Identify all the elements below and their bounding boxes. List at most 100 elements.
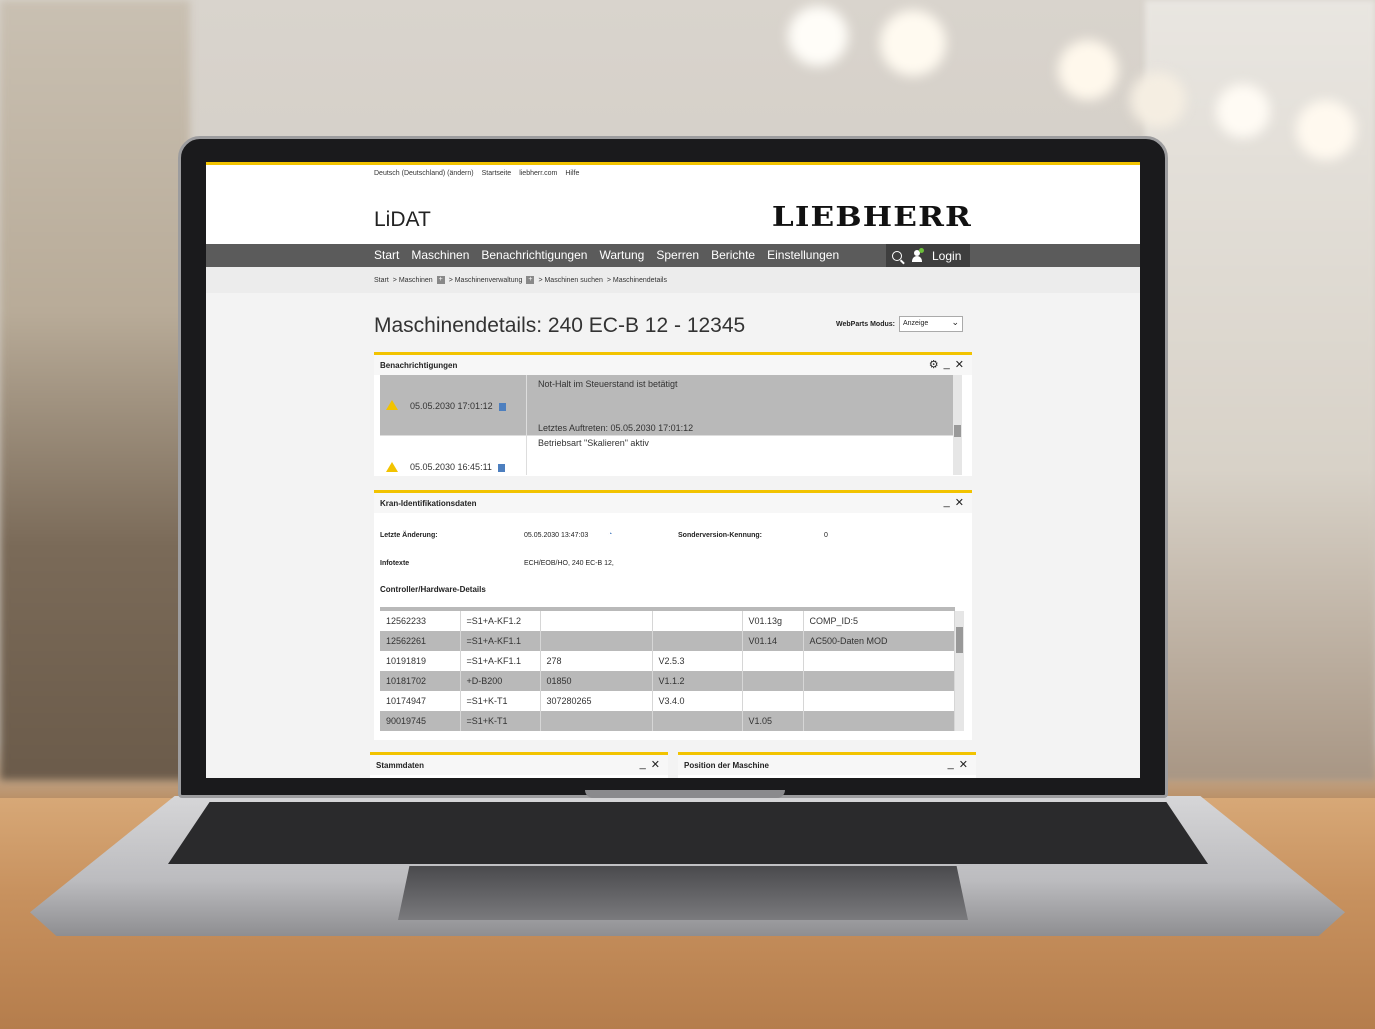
table-cell	[652, 631, 743, 651]
crumb-maschinenverwaltung[interactable]: > Maschinenverwaltung	[449, 277, 523, 284]
plus-icon[interactable]: +	[526, 276, 535, 284]
table-cell: +D-B200	[460, 671, 541, 691]
nav-maschinen[interactable]: Maschinen	[411, 248, 469, 262]
close-icon[interactable]: ✕	[651, 758, 660, 771]
nav-right: Login	[886, 244, 970, 267]
history-icon[interactable]: ◔	[608, 531, 612, 538]
kran-panel: Kran-Identifikationsdaten _ ✕ Letzte Änd…	[374, 490, 972, 740]
table-cell: 10191819	[380, 651, 461, 671]
table-cell: 10174947	[380, 691, 461, 711]
nav-berichte[interactable]: Berichte	[711, 248, 755, 262]
table-cell: 307280265	[540, 691, 653, 711]
search-icon[interactable]	[892, 250, 902, 261]
minimize-icon[interactable]: _	[944, 496, 950, 509]
notification-detail: Letztes Auftreten: 05.05.2030 17:01:12	[538, 423, 694, 433]
minimize-icon[interactable]: _	[944, 358, 950, 371]
panel-title: Kran-Identifikationsdaten	[380, 499, 477, 508]
crumb-start[interactable]: Start	[374, 277, 389, 284]
table-cell: =S1+A-KF1.1	[460, 651, 541, 671]
notification-item[interactable]: 05.05.2030 16:45:11 Betriebsart "Skalier…	[380, 435, 955, 475]
plus-icon[interactable]: +	[436, 276, 445, 284]
panel-title: Benachrichtigungen	[380, 361, 458, 370]
table-cell: 10181702	[380, 671, 461, 691]
crumb-maschinendetails: > Maschinendetails	[606, 276, 667, 284]
infotexte-value: ECH/EOB/HO, 240 EC-B 12,	[524, 560, 614, 567]
laptop-trackpad	[398, 866, 968, 920]
language-link[interactable]: Deutsch (Deutschland) (ändern)	[374, 170, 474, 177]
table-cell: V01.13g	[742, 611, 804, 631]
table-row[interactable]: 10191819 =S1+A-KF1.1 278 V2.5.3	[380, 651, 955, 671]
warning-icon	[386, 400, 398, 410]
table-cell	[652, 711, 743, 731]
gear-icon[interactable]: ⚙	[929, 358, 939, 371]
startseite-link[interactable]: Startseite	[482, 170, 512, 177]
table-row[interactable]: 90019745 =S1+K-T1 V1.05	[380, 711, 955, 731]
liebherr-logo: LIEBHERR	[771, 202, 972, 233]
page-title: Maschinendetails: 240 EC-B 12 - 12345	[374, 314, 746, 337]
notification-item[interactable]: 05.05.2030 17:01:12 Not-Halt im Steuerst…	[380, 375, 955, 435]
background-light	[1296, 100, 1356, 160]
webparts-select[interactable]: Anzeige	[899, 316, 963, 332]
minimize-icon[interactable]: _	[948, 758, 954, 771]
table-cell	[803, 671, 955, 691]
scrollbar[interactable]	[955, 611, 964, 731]
table-row[interactable]: 10181702 +D-B200 01850 V1.1.2	[380, 671, 955, 691]
table-cell: 278	[540, 651, 653, 671]
crumb-maschinen[interactable]: > Maschinen	[393, 277, 433, 284]
breadcrumb: Start > Maschinen + > Maschinenverwaltun…	[206, 267, 1140, 293]
letzte-value: 05.05.2030 13:47:03	[524, 532, 589, 539]
sonder-value: 0	[824, 532, 828, 539]
panel-title: Position der Maschine	[684, 761, 769, 770]
table-cell	[803, 691, 955, 711]
sonder-label: Sonderversion-Kennung:	[678, 532, 763, 539]
table-cell: V1.1.2	[652, 671, 743, 691]
user-icon[interactable]	[912, 247, 924, 262]
background-light	[880, 10, 946, 76]
notification-date: 05.05.2030 17:01:12	[410, 401, 493, 411]
hilfe-link[interactable]: Hilfe	[565, 170, 579, 177]
login-link[interactable]: Login	[932, 249, 961, 263]
table-cell	[540, 631, 653, 651]
nav-benachrichtigungen[interactable]: Benachrichtigungen	[481, 248, 587, 262]
table-cell: 01850	[540, 671, 653, 691]
table-cell: COMP_ID:5	[803, 611, 955, 631]
table-row[interactable]: 12562261 =S1+A-KF1.1 V01.14 AC500-Daten MOD	[380, 631, 955, 651]
table-cell: =S1+A-KF1.2	[460, 611, 541, 631]
close-icon[interactable]: ✕	[955, 358, 964, 371]
table-cell	[742, 651, 804, 671]
warning-icon	[386, 462, 398, 472]
table-cell: V01.14	[742, 631, 804, 651]
nav-sperren[interactable]: Sperren	[656, 248, 699, 262]
info-icon[interactable]	[497, 463, 505, 472]
table-cell: =S1+K-T1	[460, 711, 541, 731]
table-row[interactable]: 10174947 =S1+K-T1 307280265 V3.4.0	[380, 691, 955, 711]
table-cell	[540, 611, 653, 631]
background-light	[788, 6, 848, 66]
nav-wartung[interactable]: Wartung	[599, 248, 644, 262]
table-row[interactable]: 12562233 =S1+A-KF1.2 V01.13g COMP_ID:5	[380, 611, 955, 631]
notification-message: Not-Halt im Steuerstand ist betätigt	[538, 379, 678, 389]
table-cell: 90019745	[380, 711, 461, 731]
controller-label: Controller/Hardware-Details	[380, 585, 486, 594]
notification-message: Betriebsart "Skalieren" aktiv	[538, 438, 649, 448]
letzte-label: Letzte Änderung:	[380, 532, 438, 539]
close-icon[interactable]: ✕	[959, 758, 968, 771]
panel-title: Stammdaten	[376, 761, 425, 770]
stammdaten-panel: Stammdaten _ ✕	[370, 752, 668, 778]
table-cell	[742, 691, 804, 711]
close-icon[interactable]: ✕	[955, 496, 964, 509]
table-cell: 12562261	[380, 631, 461, 651]
table-cell	[803, 651, 955, 671]
minimize-icon[interactable]: _	[640, 758, 646, 771]
infotexte-label: Infotexte	[380, 560, 410, 567]
scrollbar[interactable]	[953, 375, 962, 475]
liebherr-link[interactable]: liebherr.com	[519, 170, 557, 177]
nav-start[interactable]: Start	[374, 248, 399, 262]
crumb-maschinen-suchen[interactable]: > Maschinen suchen	[538, 277, 602, 284]
nav-einstellungen[interactable]: Einstellungen	[767, 248, 839, 262]
table-cell	[540, 711, 653, 731]
brand-row: LiDAT LIEBHERR	[374, 202, 972, 240]
position-panel: Position der Maschine _ ✕	[678, 752, 976, 778]
info-icon[interactable]	[498, 402, 506, 411]
notifications-panel: Benachrichtigungen ⚙ _ ✕ 05.05.2030 17:0…	[374, 352, 972, 476]
